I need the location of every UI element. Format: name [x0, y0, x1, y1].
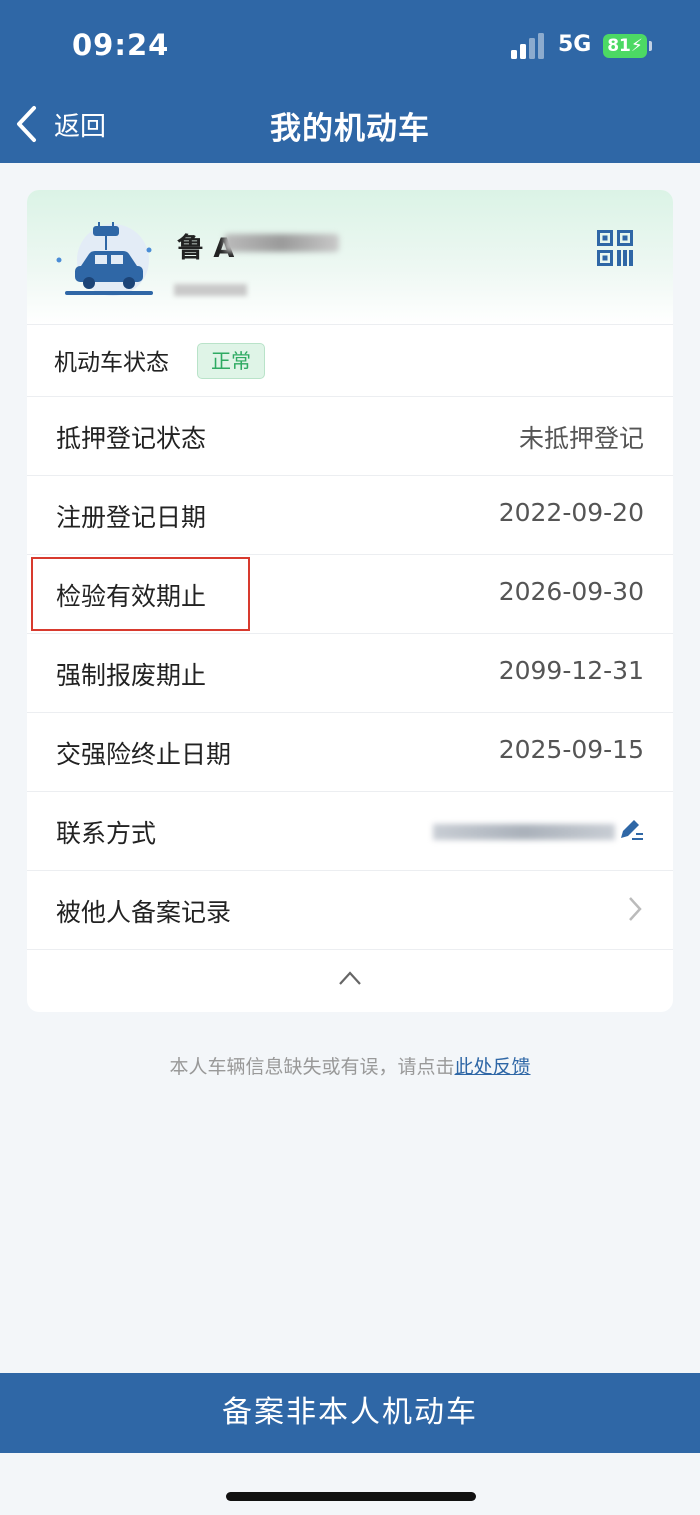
battery-nub	[649, 41, 652, 51]
home-indicator	[226, 1492, 476, 1501]
filing-record-row[interactable]: 被他人备案记录	[27, 870, 673, 948]
chevron-right-icon	[629, 897, 642, 921]
signal-icon	[511, 33, 544, 59]
vehicle-status-row: 机动车状态 正常	[27, 324, 673, 396]
qr-code-icon[interactable]	[597, 230, 633, 266]
contact-redacted	[433, 824, 615, 840]
filing-record-label: 被他人备案记录	[56, 898, 232, 927]
vehicle-summary: 鲁 A	[27, 190, 673, 324]
vehicle-status-label: 机动车状态	[54, 350, 169, 376]
edit-icon[interactable]	[618, 817, 644, 843]
battery-level: 81	[607, 36, 631, 56]
registration-date-row: 注册登记日期 2022-09-20	[27, 475, 673, 553]
row-label: 抵押登记状态	[56, 424, 207, 453]
row-value: 未抵押登记	[518, 424, 644, 453]
mortgage-status-row: 抵押登记状态 未抵押登记	[27, 396, 673, 474]
row-label: 交强险终止日期	[56, 740, 232, 769]
file-non-owner-vehicle-button[interactable]: 备案非本人机动车	[0, 1373, 700, 1453]
highlight-annotation	[31, 557, 250, 631]
vehicle-model-redacted	[174, 284, 247, 296]
app-header: 09:24 5G 81⚡ 返回 我的机动车	[0, 0, 700, 163]
row-value: 2022-09-20	[498, 498, 644, 527]
network-type: 5G	[558, 32, 592, 57]
insurance-expiry-row: 交强险终止日期 2025-09-15	[27, 712, 673, 790]
page-title: 我的机动车	[270, 111, 430, 147]
contact-label: 联系方式	[56, 819, 157, 848]
row-value: 2026-09-30	[498, 577, 644, 606]
electric-car-icon	[56, 222, 153, 296]
feedback-text: 本人车辆信息缺失或有误，请点击	[169, 1056, 455, 1078]
row-value: 2099-12-31	[498, 656, 644, 685]
battery-icon: 81⚡	[603, 34, 647, 58]
scrap-deadline-row: 强制报废期止 2099-12-31	[27, 633, 673, 711]
feedback-note: 本人车辆信息缺失或有误，请点击此处反馈	[0, 1052, 700, 1079]
row-value: 2025-09-15	[498, 735, 644, 764]
contact-row[interactable]: 联系方式	[27, 791, 673, 869]
chevron-up-icon[interactable]	[337, 968, 363, 988]
row-label: 强制报废期止	[56, 661, 207, 690]
status-time: 09:24	[72, 28, 170, 62]
row-label: 注册登记日期	[56, 503, 207, 532]
feedback-link[interactable]: 此处反馈	[455, 1056, 531, 1078]
status-badge: 正常	[197, 343, 265, 379]
plate-redacted	[224, 234, 339, 252]
